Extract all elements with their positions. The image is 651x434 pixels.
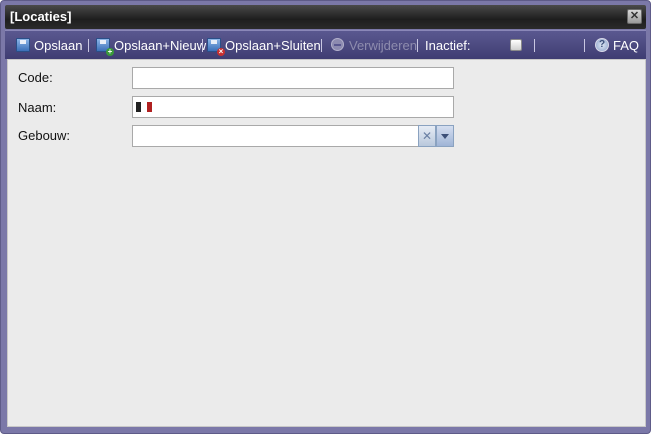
- inactive-checkbox[interactable]: [510, 39, 522, 51]
- toolbar: Opslaan + Opslaan+Nieuw × Opslaan+Sluite…: [5, 30, 646, 59]
- delete-icon: [331, 37, 346, 53]
- building-combobox[interactable]: ✕: [132, 125, 454, 147]
- toolbar-separator: [202, 39, 203, 52]
- save-close-label: Opslaan+Sluiten: [225, 37, 321, 53]
- chevron-down-icon[interactable]: [436, 125, 454, 147]
- name-label: Naam:: [18, 100, 57, 115]
- code-label: Code:: [18, 70, 53, 85]
- toolbar-separator: [321, 39, 322, 52]
- toolbar-separator: [584, 39, 585, 52]
- inactive-label: Inactief:: [425, 37, 471, 53]
- toolbar-separator: [88, 39, 89, 52]
- floppy-disk-icon: [16, 37, 31, 53]
- form-panel: Code: Naam: Gebouw: ✕: [7, 59, 646, 427]
- building-label: Gebouw:: [18, 128, 71, 143]
- window-title: [Locaties]: [10, 9, 72, 24]
- save-label: Opslaan: [34, 37, 83, 53]
- save-new-label: Opslaan+Nieuw: [114, 37, 207, 53]
- title-bar[interactable]: [Locaties] ✕: [5, 5, 646, 29]
- faq-label: FAQ: [613, 37, 640, 53]
- language-flag-icon[interactable]: [136, 102, 152, 112]
- locations-window: [Locaties] ✕ Opslaan + Opslaan+Nieuw × O…: [0, 0, 651, 434]
- code-input[interactable]: [132, 67, 454, 89]
- save-new-button[interactable]: + Opslaan+Nieuw: [96, 37, 207, 56]
- faq-button[interactable]: ? FAQ: [595, 37, 639, 53]
- toolbar-separator: [417, 39, 418, 52]
- toolbar-separator: [534, 39, 535, 52]
- save-button[interactable]: Opslaan: [16, 37, 82, 53]
- help-icon: ?: [595, 37, 610, 53]
- delete-button[interactable]: Verwijderen: [331, 37, 417, 53]
- save-close-button[interactable]: × Opslaan+Sluiten: [207, 37, 321, 56]
- name-input[interactable]: [132, 96, 454, 118]
- close-icon[interactable]: ✕: [627, 9, 642, 24]
- floppy-disk-close-icon: ×: [207, 37, 225, 56]
- floppy-disk-add-icon: +: [96, 37, 114, 56]
- delete-label: Verwijderen: [349, 37, 417, 53]
- clear-icon[interactable]: ✕: [418, 125, 436, 147]
